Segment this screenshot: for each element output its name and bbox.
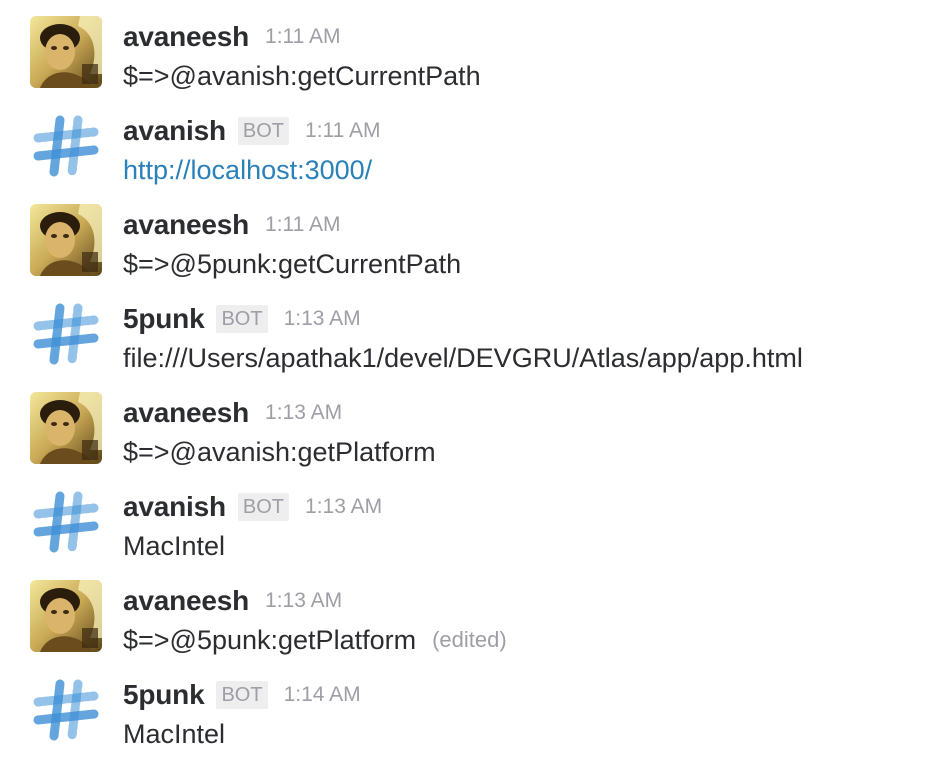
message-timestamp[interactable]: 1:13 AM <box>305 495 382 519</box>
message-row[interactable]: avaneesh 1:13 AM $=>@5punk:getPlatform (edi… <box>0 576 932 670</box>
message-text: MacIntel <box>123 530 226 561</box>
author-name[interactable]: avaneesh <box>123 21 249 53</box>
bot-avatar-icon[interactable] <box>30 674 102 746</box>
bot-avatar-icon[interactable] <box>30 110 102 182</box>
message-body: $=>@5punk:getCurrentPath <box>123 246 461 282</box>
message-text: $=>@avanish:getPlatform <box>123 436 436 467</box>
message-text: $=>@5punk:getPlatform <box>123 624 417 655</box>
message-header: avaneesh 1:13 AM <box>123 584 342 618</box>
bot-badge: BOT <box>216 681 268 709</box>
message-row[interactable]: avanish BOT 1:13 AM MacIntel <box>0 482 932 576</box>
message-timestamp[interactable]: 1:13 AM <box>265 589 342 613</box>
bot-avatar-icon[interactable] <box>30 486 102 558</box>
message-header: avanish BOT 1:11 AM <box>123 114 381 148</box>
message-body: MacIntel <box>123 528 225 564</box>
bot-avatar-icon[interactable] <box>30 298 102 370</box>
message-row[interactable]: 5punk BOT 1:14 AM MacIntel <box>0 670 932 764</box>
message-timestamp[interactable]: 1:11 AM <box>265 25 341 49</box>
message-timestamp[interactable]: 1:13 AM <box>265 401 342 425</box>
message-timestamp[interactable]: 1:14 AM <box>284 683 361 707</box>
message-feed: avaneesh 1:11 AM $=>@avanish:getCurrentPat… <box>0 0 932 764</box>
author-name[interactable]: avanish <box>123 491 226 523</box>
message-header: avaneesh 1:11 AM <box>123 20 341 54</box>
message-header: 5punk BOT 1:14 AM <box>123 678 361 712</box>
message-timestamp[interactable]: 1:11 AM <box>265 213 341 237</box>
user-avatar-icon[interactable] <box>30 392 102 464</box>
message-timestamp[interactable]: 1:11 AM <box>305 119 381 143</box>
message-text: $=>@avanish:getCurrentPath <box>123 60 481 91</box>
message-header: 5punk BOT 1:13 AM <box>123 302 361 336</box>
message-text: MacIntel <box>123 718 226 749</box>
message-body: $=>@avanish:getCurrentPath <box>123 58 481 94</box>
message-row[interactable]: avaneesh 1:11 AM $=>@avanish:getCurrentPat… <box>0 12 932 106</box>
message-row[interactable]: 5punk BOT 1:13 AM file:///Users/apathak1/de… <box>0 294 932 388</box>
message-header: avaneesh 1:13 AM <box>123 396 342 430</box>
bot-badge: BOT <box>216 305 268 333</box>
message-body: $=>@avanish:getPlatform <box>123 434 436 470</box>
message-link[interactable]: http://localhost:3000/ <box>123 155 372 186</box>
bot-badge: BOT <box>237 117 290 145</box>
message-body: file:///Users/apathak1/devel/DEVGRU/Atla… <box>123 340 803 376</box>
bot-badge: BOT <box>237 493 290 521</box>
user-avatar-icon[interactable] <box>30 580 102 652</box>
message-body: MacIntel <box>123 716 225 752</box>
message-row[interactable]: avanish BOT 1:11 AM http://localhost:3000/ <box>0 106 932 200</box>
message-body: $=>@5punk:getPlatform (edited) <box>123 622 507 658</box>
message-header: avanish BOT 1:13 AM <box>123 490 382 524</box>
message-row[interactable]: avaneesh 1:11 AM $=>@5punk:getCurrentPath <box>0 200 932 294</box>
user-avatar-icon[interactable] <box>30 204 102 276</box>
message-text: file:///Users/apathak1/devel/DEVGRU/Atla… <box>123 342 803 373</box>
message-text: $=>@5punk:getCurrentPath <box>123 248 462 279</box>
author-name[interactable]: avaneesh <box>123 209 249 241</box>
author-name[interactable]: avaneesh <box>123 585 249 617</box>
edited-label: (edited) <box>432 627 507 652</box>
author-name[interactable]: avaneesh <box>123 397 249 429</box>
author-name[interactable]: avanish <box>123 115 226 147</box>
message-header: avaneesh 1:11 AM <box>123 208 341 242</box>
user-avatar-icon[interactable] <box>30 16 102 88</box>
author-name[interactable]: 5punk <box>123 303 205 335</box>
author-name[interactable]: 5punk <box>123 679 205 711</box>
message-body: http://localhost:3000/ <box>123 152 372 188</box>
message-timestamp[interactable]: 1:13 AM <box>284 307 361 331</box>
message-row[interactable]: avaneesh 1:13 AM $=>@avanish:getPlatform <box>0 388 932 482</box>
